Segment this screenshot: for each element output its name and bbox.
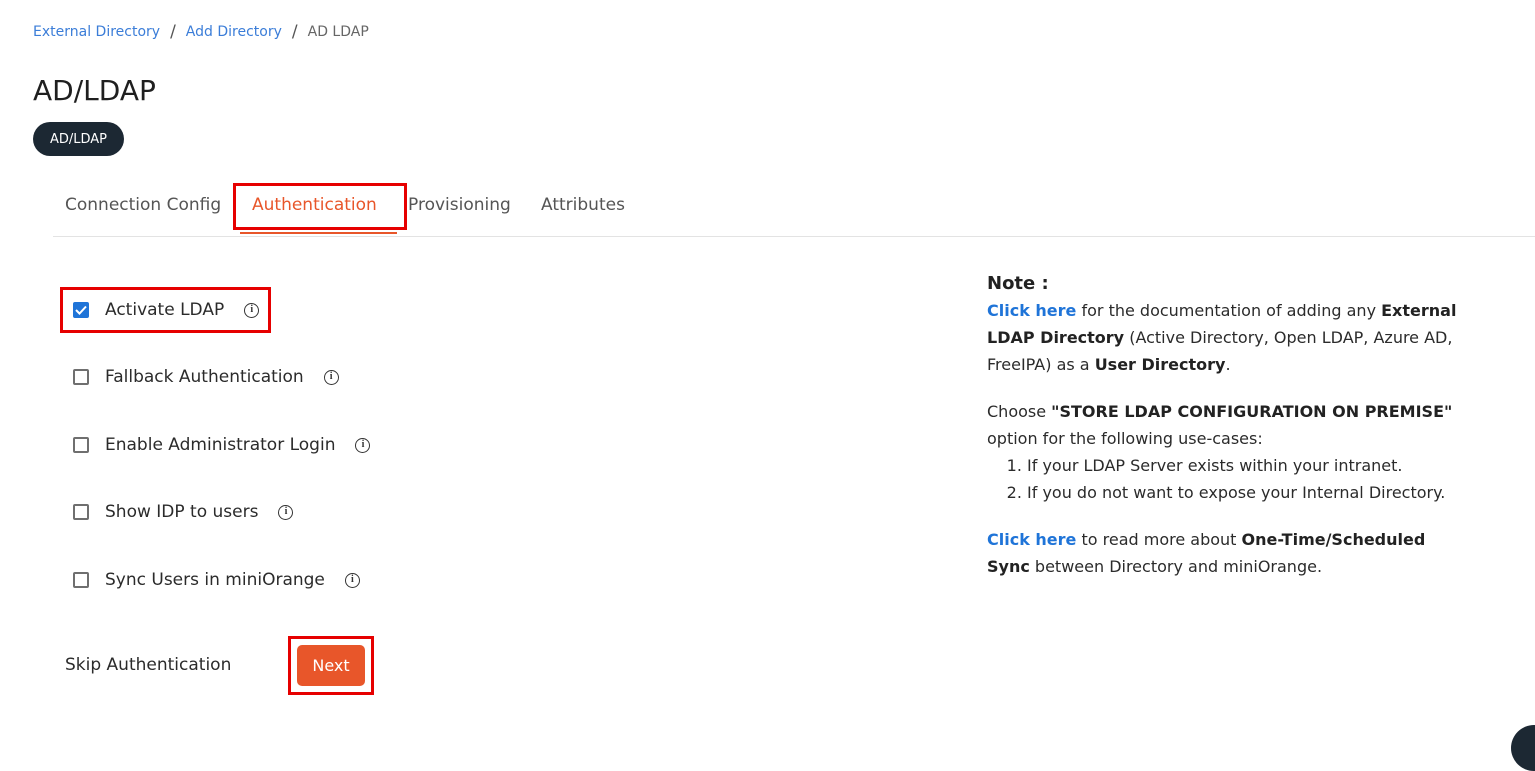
sync-users-checkbox[interactable]	[73, 572, 89, 588]
breadcrumb-current: AD LDAP	[307, 24, 369, 40]
info-icon[interactable]	[278, 504, 294, 520]
fallback-authentication-label: Fallback Authentication	[105, 367, 304, 387]
info-icon[interactable]	[355, 437, 371, 453]
activate-ldap-label: Activate LDAP	[105, 300, 225, 320]
option-fallback-authentication: Fallback Authentication	[73, 366, 339, 388]
option-sync-users: Sync Users in miniOrange	[73, 569, 360, 591]
directory-type-badge: AD/LDAP	[33, 122, 124, 156]
info-icon[interactable]	[344, 572, 360, 588]
show-idp-to-users-label: Show IDP to users	[105, 502, 259, 522]
fallback-authentication-checkbox[interactable]	[73, 369, 89, 385]
documentation-link[interactable]: Click here	[987, 301, 1076, 320]
note-paragraph-on-premise: Choose "STORE LDAP CONFIGURATION ON PREM…	[987, 402, 1453, 448]
sync-docs-link[interactable]: Click here	[987, 530, 1076, 549]
breadcrumb: External Directory / Add Directory / AD …	[33, 22, 369, 42]
tab-attributes[interactable]: Attributes	[541, 183, 625, 227]
tab-connection-config[interactable]: Connection Config	[65, 183, 221, 227]
sync-users-label: Sync Users in miniOrange	[105, 570, 325, 590]
checkmark-icon	[75, 305, 87, 315]
chat-widget-button[interactable]	[1511, 725, 1535, 771]
breadcrumb-add-directory[interactable]: Add Directory	[186, 24, 282, 40]
tab-provisioning[interactable]: Provisioning	[408, 183, 511, 227]
list-item: If you do not want to expose your Intern…	[1027, 479, 1457, 506]
option-enable-administrator-login: Enable Administrator Login	[73, 434, 371, 456]
list-item: If your LDAP Server exists within your i…	[1027, 452, 1457, 479]
activate-ldap-checkbox[interactable]	[73, 302, 89, 318]
note-panel: Note : Click here for the documentation …	[987, 270, 1457, 580]
note-paragraph-documentation: Click here for the documentation of addi…	[987, 301, 1457, 374]
skip-authentication-link[interactable]: Skip Authentication	[65, 655, 231, 675]
show-idp-to-users-checkbox[interactable]	[73, 504, 89, 520]
use-case-list: If your LDAP Server exists within your i…	[987, 452, 1457, 506]
breadcrumb-separator: /	[170, 22, 176, 42]
note-paragraph-sync: Click here to read more about One-Time/S…	[987, 530, 1426, 576]
tab-authentication[interactable]: Authentication	[240, 183, 397, 234]
next-button[interactable]: Next	[297, 645, 365, 686]
page-title: AD/LDAP	[33, 74, 156, 107]
info-icon[interactable]	[323, 369, 339, 385]
breadcrumb-external-directory[interactable]: External Directory	[33, 24, 160, 40]
enable-administrator-login-checkbox[interactable]	[73, 437, 89, 453]
breadcrumb-separator: /	[291, 22, 298, 42]
option-show-idp-to-users: Show IDP to users	[73, 501, 294, 523]
info-icon[interactable]	[244, 302, 260, 318]
note-heading: Note :	[987, 273, 1049, 294]
option-activate-ldap: Activate LDAP	[73, 299, 260, 321]
enable-administrator-login-label: Enable Administrator Login	[105, 435, 336, 455]
tab-bar: Connection Config Authentication Provisi…	[53, 183, 1535, 237]
